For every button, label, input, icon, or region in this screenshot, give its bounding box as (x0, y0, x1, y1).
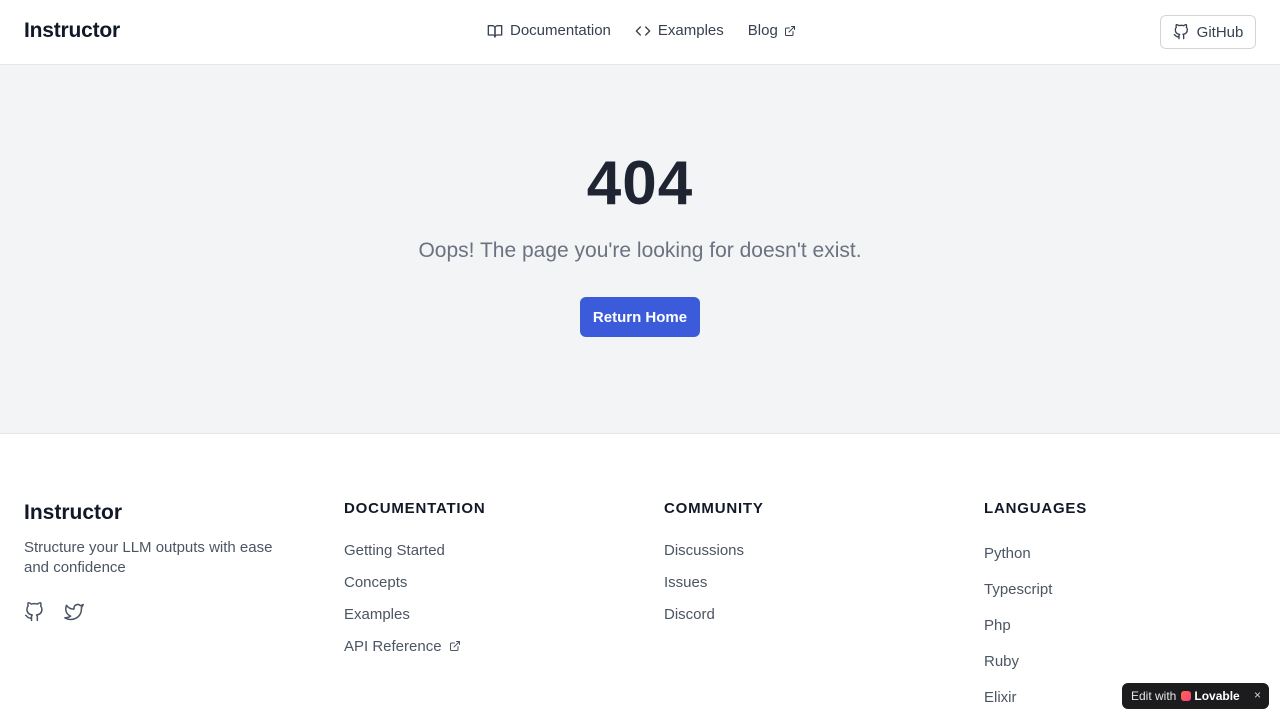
footer-brand: Instructor (24, 501, 123, 524)
return-home-button[interactable]: Return Home (580, 297, 700, 337)
lovable-brand-label: Lovable (1194, 689, 1240, 703)
external-link-icon (778, 25, 796, 37)
footer-link-python[interactable]: Python (984, 535, 1087, 571)
brand-logo[interactable]: Instructor (24, 19, 120, 43)
github-button[interactable]: GitHub (1160, 15, 1256, 49)
footer-col-title: COMMUNITY (664, 500, 764, 517)
footer-col-title: DOCUMENTATION (344, 500, 486, 517)
footer-link-discussions[interactable]: Discussions (664, 534, 764, 566)
footer-link-ruby[interactable]: Ruby (984, 643, 1087, 679)
footer-link-getting-started[interactable]: Getting Started (344, 534, 486, 566)
error-message: Oops! The page you're looking for doesn'… (418, 239, 862, 262)
footer-tagline: Structure your LLM outputs with ease and… (24, 539, 273, 576)
github-button-label: GitHub (1196, 23, 1244, 41)
social-links (24, 602, 104, 622)
nav-documentation[interactable]: Documentation (487, 22, 611, 39)
nav-blog[interactable]: Blog (748, 22, 796, 39)
lovable-brand: Lovable (1181, 689, 1240, 703)
nav-documentation-label: Documentation (510, 22, 611, 39)
footer-link-api-reference[interactable]: API Reference (344, 630, 486, 662)
footer-col-languages: LANGUAGES Python Typescript Php Ruby Eli… (984, 500, 1087, 715)
lovable-heart-icon (1181, 691, 1192, 701)
footer-link-concepts[interactable]: Concepts (344, 566, 486, 598)
footer-link-elixir[interactable]: Elixir (984, 679, 1087, 715)
site-footer: Instructor Structure your LLM outputs wi… (0, 434, 1280, 720)
github-icon (1173, 24, 1197, 40)
github-icon[interactable] (24, 602, 44, 622)
external-link-icon (442, 640, 461, 652)
code-icon (635, 23, 658, 39)
footer-link-issues[interactable]: Issues (664, 566, 764, 598)
footer-link-typescript[interactable]: Typescript (984, 571, 1087, 607)
nav-examples-label: Examples (657, 22, 724, 39)
nav-blog-label: Blog (747, 22, 778, 39)
twitter-icon[interactable] (64, 602, 84, 622)
site-header: Instructor Documentation Examples Blog G… (0, 0, 1280, 65)
main-nav: Documentation Examples Blog (487, 22, 796, 39)
edit-with-lovable-badge[interactable]: Edit with Lovable × (1122, 683, 1269, 709)
close-icon[interactable]: × (1254, 688, 1261, 702)
footer-link-examples[interactable]: Examples (344, 598, 486, 630)
footer-link-label: API Reference (344, 637, 442, 655)
footer-link-php[interactable]: Php (984, 607, 1087, 643)
book-icon (487, 23, 510, 39)
footer-link-discord[interactable]: Discord (664, 598, 764, 630)
error-code: 404 (586, 149, 694, 218)
not-found-section: 404 Oops! The page you're looking for do… (0, 65, 1280, 434)
footer-col-title: LANGUAGES (984, 500, 1088, 517)
footer-col-community: COMMUNITY Discussions Issues Discord (664, 500, 764, 630)
footer-col-documentation: DOCUMENTATION Getting Started Concepts E… (344, 500, 486, 662)
badge-prefix: Edit with (1131, 689, 1177, 703)
nav-examples[interactable]: Examples (635, 22, 724, 39)
